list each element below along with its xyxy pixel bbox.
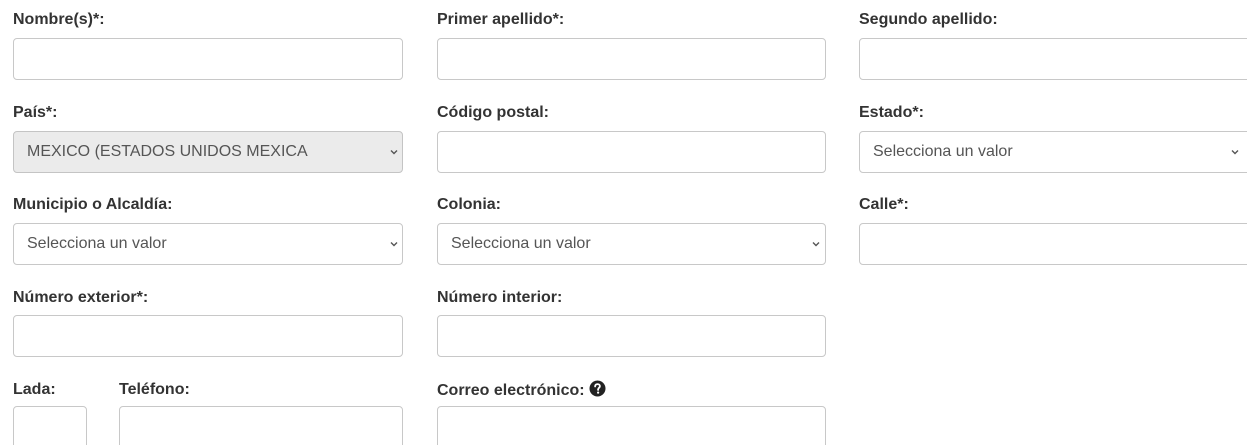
field-pais: País*:	[13, 103, 57, 123]
pais-select[interactable]: MEXICO (ESTADOS UNIDOS MEXICA	[13, 131, 403, 173]
field-numero-exterior: Número exterior*:	[13, 288, 148, 308]
colonia-select-value: Selecciona un valor	[451, 235, 591, 252]
correo-label: Correo electrónico:	[437, 382, 585, 399]
address-form: Nombre(s)*: Primer apellido*: Segundo ap…	[0, 0, 1247, 445]
segundo-apellido-label: Segundo apellido:	[859, 11, 998, 28]
chevron-down-icon	[390, 150, 398, 155]
field-segundo-apellido: Segundo apellido:	[859, 10, 998, 30]
correo-label-wrap: Correo electrónico:	[437, 380, 606, 401]
field-estado: Estado*:	[859, 103, 924, 123]
telefono-label: Teléfono:	[119, 381, 190, 398]
municipio-select[interactable]: Selecciona un valor	[13, 223, 403, 265]
chevron-down-icon	[1231, 150, 1239, 155]
calle-input[interactable]	[859, 223, 1247, 265]
field-codigo-postal: Código postal:	[437, 103, 549, 123]
numero-exterior-label: Número exterior*:	[13, 289, 149, 306]
municipio-label: Municipio o Alcaldía:	[13, 196, 173, 213]
estado-select-value: Selecciona un valor	[873, 143, 1013, 160]
segundo-apellido-input[interactable]	[859, 38, 1247, 80]
telefono-input[interactable]	[119, 406, 403, 445]
primer-apellido-input[interactable]	[437, 38, 826, 80]
lada-label: Lada:	[13, 381, 56, 398]
field-numero-interior: Número interior:	[437, 288, 562, 308]
nombres-input[interactable]	[13, 38, 403, 80]
numero-interior-label: Número interior:	[437, 289, 563, 306]
field-telefono: Teléfono:	[119, 380, 190, 400]
field-colonia: Colonia:	[437, 195, 501, 215]
question-circle-icon[interactable]	[589, 380, 606, 397]
colonia-select[interactable]: Selecciona un valor	[437, 223, 826, 265]
colonia-label: Colonia:	[437, 196, 501, 213]
calle-label: Calle*:	[859, 196, 909, 213]
codigo-postal-label: Código postal:	[437, 104, 549, 121]
municipio-select-value: Selecciona un valor	[27, 235, 167, 252]
codigo-postal-input[interactable]	[437, 131, 826, 173]
pais-select-value: MEXICO (ESTADOS UNIDOS MEXICA	[27, 143, 308, 160]
field-primer-apellido: Primer apellido*:	[437, 10, 564, 30]
correo-input[interactable]	[437, 406, 826, 445]
field-lada: Lada:	[13, 380, 56, 400]
numero-exterior-input[interactable]	[13, 315, 403, 357]
numero-interior-input[interactable]	[437, 315, 826, 357]
field-nombres: Nombre(s)*:	[13, 10, 105, 30]
primer-apellido-label: Primer apellido*:	[437, 11, 565, 28]
estado-select[interactable]: Selecciona un valor	[859, 131, 1247, 173]
field-municipio: Municipio o Alcaldía:	[13, 195, 172, 215]
pais-label: País*:	[13, 104, 58, 121]
nombres-label: Nombre(s)*:	[13, 11, 105, 28]
chevron-down-icon	[812, 242, 820, 247]
field-correo: Correo electrónico:	[437, 380, 606, 401]
chevron-down-icon	[390, 242, 398, 247]
lada-input[interactable]	[13, 406, 87, 445]
field-calle: Calle*:	[859, 195, 909, 215]
estado-label: Estado*:	[859, 104, 924, 121]
